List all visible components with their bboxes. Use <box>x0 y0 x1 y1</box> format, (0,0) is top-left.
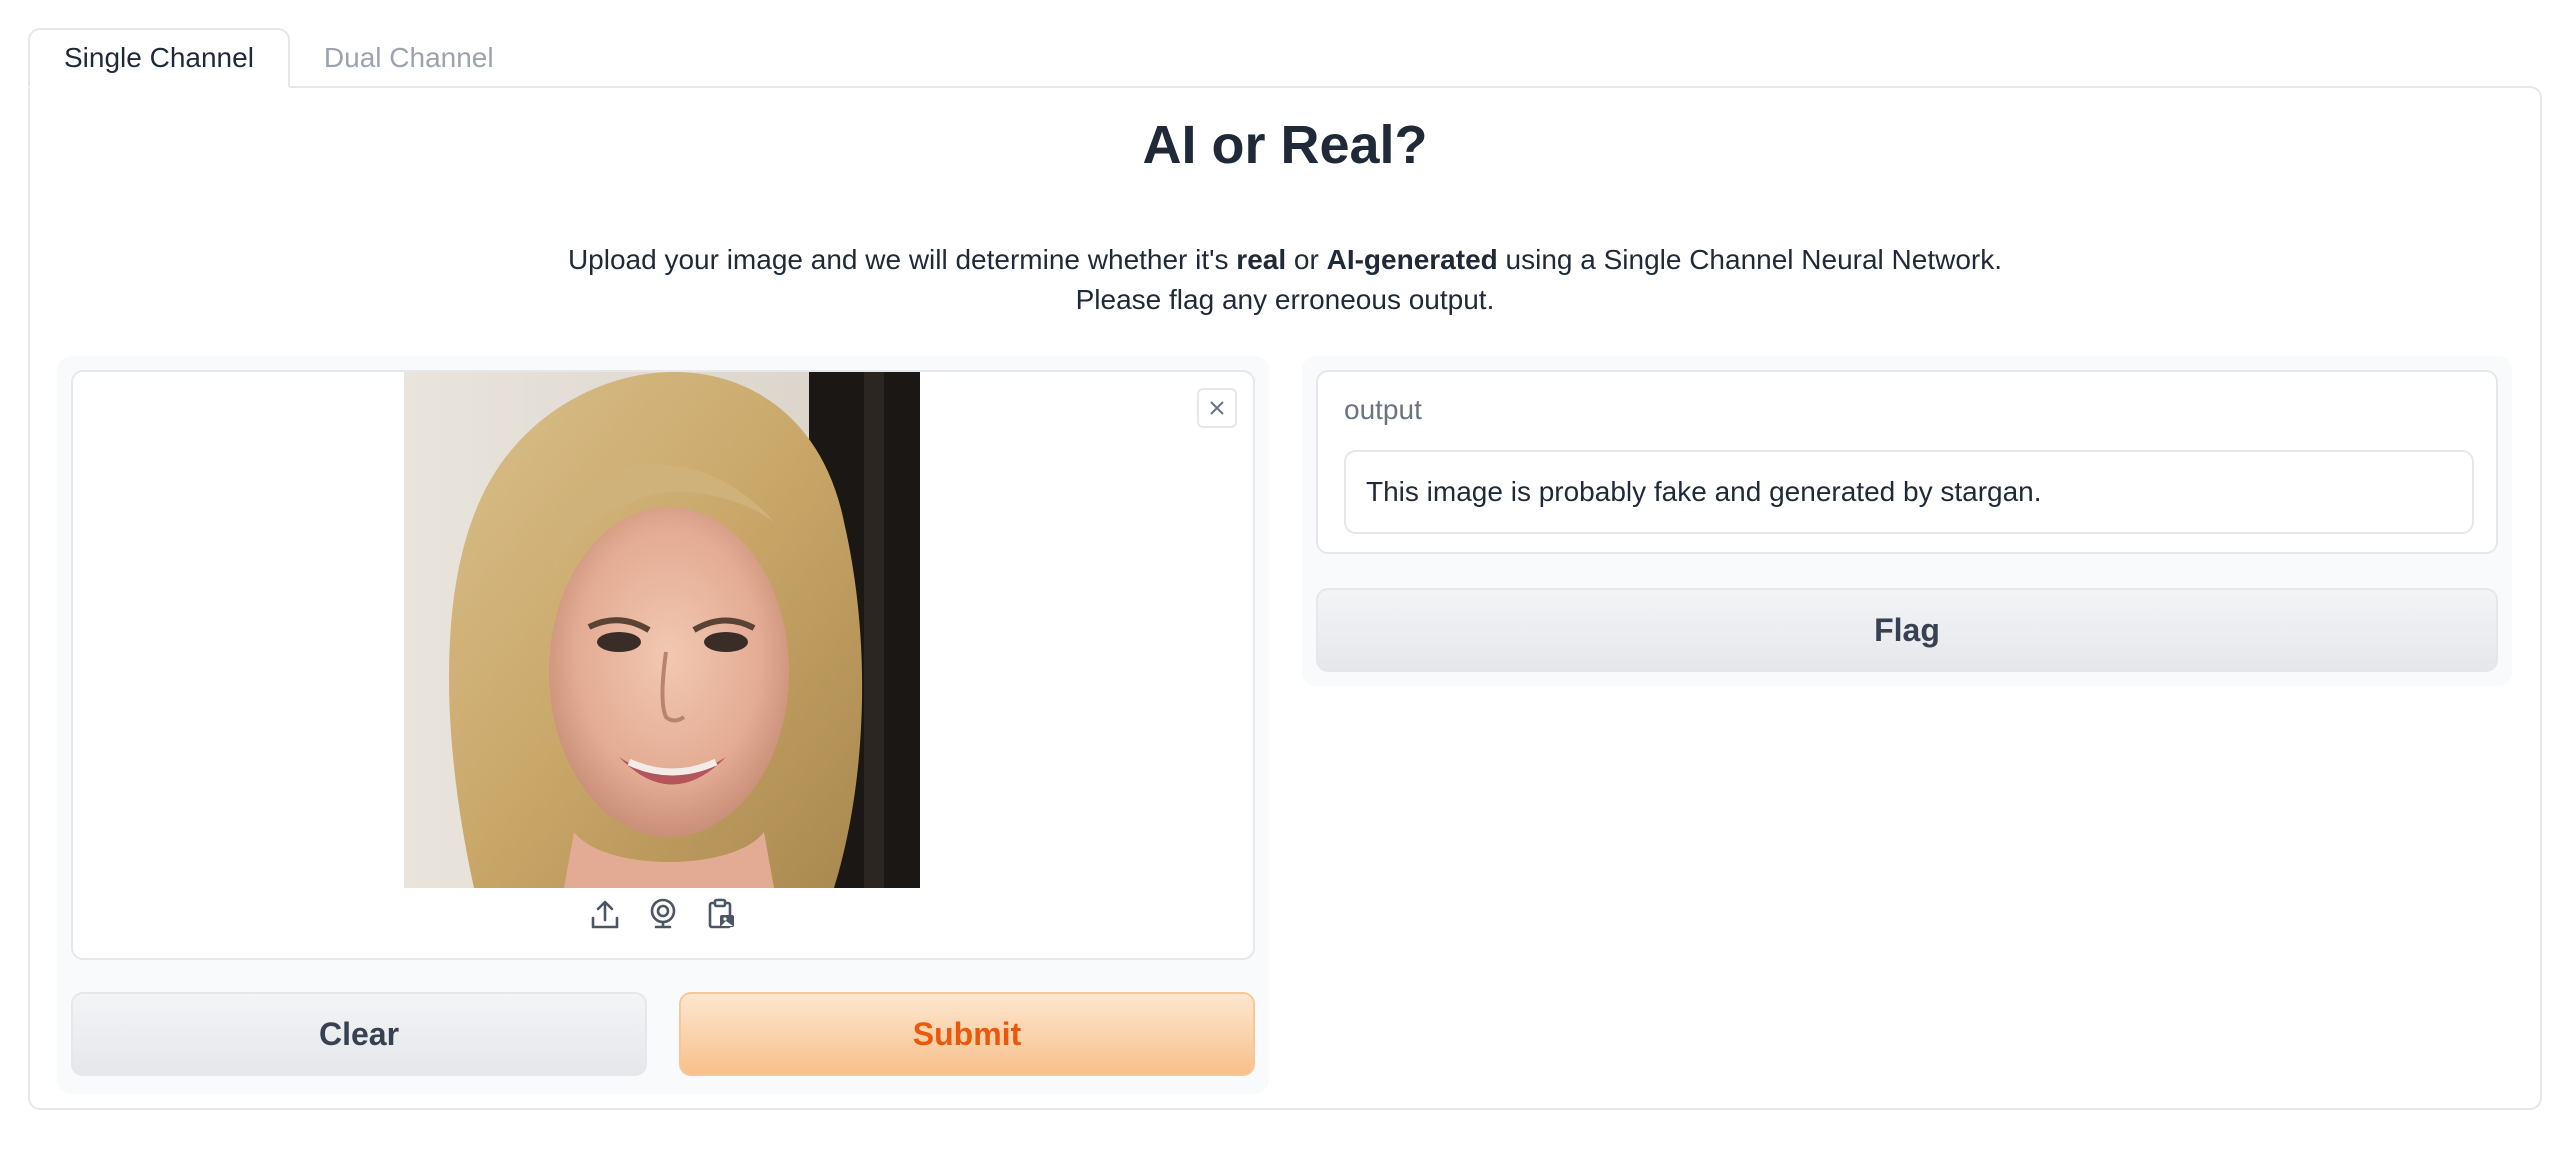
description-bold-ai: AI-generated <box>1326 244 1498 275</box>
output-textbox[interactable]: This image is probably fake and generate… <box>1344 450 2474 534</box>
tab-bar: Single Channel Dual Channel <box>28 28 528 88</box>
clear-image-button[interactable] <box>1197 388 1237 428</box>
description-text: using a Single Channel Neural Network. <box>1497 244 2003 275</box>
description-line-1: Upload your image and we will determine … <box>30 240 2540 280</box>
clipboard-source-button[interactable] <box>704 896 738 932</box>
image-source-toolbar <box>73 896 1253 936</box>
output-label: output <box>1344 394 1422 425</box>
input-column: Clear Submit <box>57 356 1269 1094</box>
webcam-icon <box>650 898 676 929</box>
page-title: AI or Real? <box>1142 115 1428 175</box>
app-page: Single Channel Dual Channel AI or Real? … <box>0 0 2573 1169</box>
flag-button[interactable]: Flag <box>1316 588 2498 672</box>
image-input[interactable] <box>71 370 1255 960</box>
tab-panel: AI or Real? Upload your image and we wil… <box>28 86 2542 1110</box>
clipboard-icon <box>708 898 734 929</box>
upload-source-button[interactable] <box>588 896 622 932</box>
description-text: Upload your image and we will determine … <box>567 244 1237 275</box>
description-line-2: Please flag any erroneous output. <box>1075 284 1495 315</box>
clear-button[interactable]: Clear <box>71 992 647 1076</box>
tab-dual-channel[interactable]: Dual Channel <box>290 28 528 88</box>
uploaded-image <box>404 372 920 888</box>
upload-icon <box>591 900 619 929</box>
close-icon <box>1210 401 1224 415</box>
description-bold-real: real <box>1236 244 1287 275</box>
output-block: output This image is probably fake and g… <box>1316 370 2498 554</box>
webcam-source-button[interactable] <box>646 896 680 932</box>
description: Upload your image and we will determine … <box>30 240 2540 320</box>
tab-single-channel[interactable]: Single Channel <box>28 28 290 88</box>
output-column: output This image is probably fake and g… <box>1302 356 2512 686</box>
submit-button[interactable]: Submit <box>679 992 1255 1076</box>
description-text: or <box>1286 244 1327 275</box>
